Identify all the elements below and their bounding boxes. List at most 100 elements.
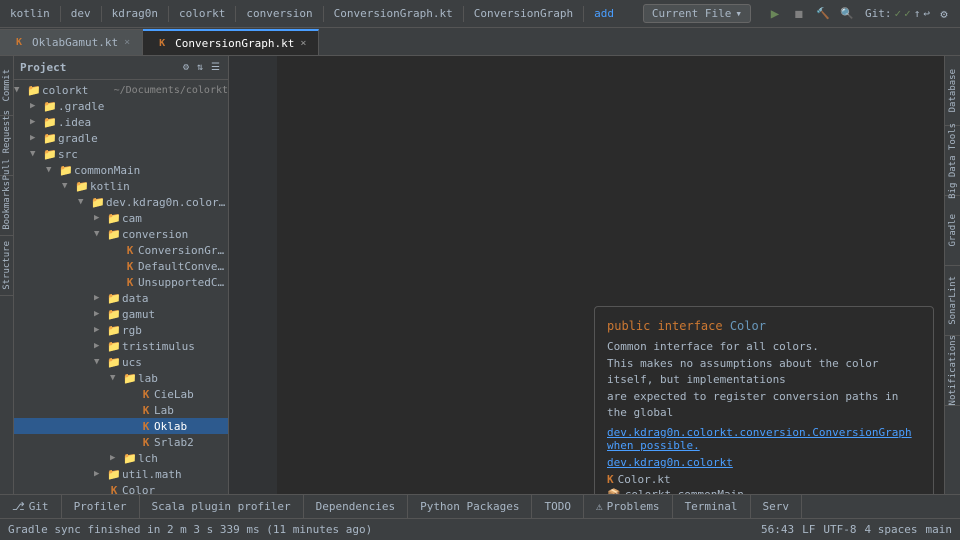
tooltip-popup: public interface Color Common interface … — [594, 306, 934, 494]
bottom-tab-problems[interactable]: ⚠ Problems — [584, 495, 673, 519]
kt-icon-tooltip: K — [607, 473, 614, 486]
tooltip-body: Common interface for all colors. This ma… — [607, 339, 921, 422]
cursor-position[interactable]: 56:43 — [761, 523, 794, 536]
root-arrow: ▼ — [14, 85, 26, 95]
tree-item[interactable]: KSrlab2 — [14, 434, 228, 450]
tree-item[interactable]: KDefaultConversions... — [14, 258, 228, 274]
toolbar-kotlin[interactable]: kotlin — [6, 5, 54, 22]
tree-item[interactable]: ▶📁lch — [14, 450, 228, 466]
tree-item[interactable]: KColor — [14, 482, 228, 494]
stop-button[interactable]: ◼ — [789, 4, 809, 24]
git-tab-label: Git — [29, 500, 49, 513]
code-area: public interface Color Common interface … — [229, 56, 944, 494]
sidebar-header: Project ⚙ ⇅ ☰ — [14, 56, 228, 80]
branch-name[interactable]: main — [926, 523, 953, 536]
bottom-tab-python[interactable]: Python Packages — [408, 495, 532, 519]
close-icon[interactable]: × — [124, 37, 130, 48]
tree-item[interactable]: ▼📁src — [14, 146, 228, 162]
tree-label: .gradle — [58, 100, 228, 113]
kt-file-icon: K — [106, 483, 122, 494]
panel-tab-bigdata[interactable]: Big Data Tools — [945, 126, 960, 196]
tooltip-link1[interactable]: dev.kdrag0n.colorkt.conversion.Conversio… — [607, 426, 921, 452]
toolbar-add[interactable]: add — [590, 5, 618, 22]
toolbar-dev[interactable]: dev — [67, 5, 95, 22]
toolbar-colorkt[interactable]: colorkt — [175, 5, 229, 22]
tooltip-module: colorkt.commonMain — [625, 488, 744, 495]
tree-item[interactable]: ▶📁gradle — [14, 130, 228, 146]
build-button[interactable]: 🔨 — [813, 4, 833, 24]
tooltip-link2[interactable]: dev.kdrag0n.colorkt — [607, 456, 921, 469]
close-icon-2[interactable]: × — [300, 38, 306, 49]
tree-item[interactable]: KConversionGraph.kt — [14, 242, 228, 258]
search-button[interactable]: 🔍 — [837, 4, 857, 24]
tree-item[interactable]: ▼📁lab — [14, 370, 228, 386]
serv-label: Serv — [763, 500, 790, 513]
panel-tab-notifications[interactable]: Notifications — [945, 336, 960, 406]
panel-tab-pull-requests[interactable]: Pull Requests — [0, 116, 14, 176]
tree-label: rgb — [122, 324, 228, 337]
panel-tab-gradle[interactable]: Gradle — [945, 196, 960, 266]
tree-item[interactable]: ▼📁commonMain — [14, 162, 228, 178]
toolbar-conversion[interactable]: conversion — [242, 5, 316, 22]
panel-tab-commit[interactable]: Commit — [0, 56, 14, 116]
file-encoding[interactable]: UTF-8 — [823, 523, 856, 536]
toolbar-convgraph-kt[interactable]: ConversionGraph.kt — [330, 5, 457, 22]
file-tree: ▼ 📁 colorkt ~/Documents/colorkt ▶📁.gradl… — [14, 80, 228, 494]
terminal-label: Terminal — [685, 500, 738, 513]
tree-item[interactable]: ▶📁tristimulus — [14, 338, 228, 354]
tree-item[interactable]: ▼📁ucs — [14, 354, 228, 370]
toolbar-convgraph[interactable]: ConversionGraph — [470, 5, 577, 22]
bottom-tab-deps[interactable]: Dependencies — [304, 495, 408, 519]
bottom-tab-git[interactable]: ⎇ Git — [0, 495, 62, 519]
folder-icon: 📁 — [42, 147, 58, 161]
panel-tab-database[interactable]: Database — [945, 56, 960, 126]
toolbar-kdrag0n[interactable]: kdrag0n — [108, 5, 162, 22]
root-path: ~/Documents/colorkt — [114, 85, 228, 96]
tree-item[interactable]: ▼📁dev.kdrag0n.colorkt — [14, 194, 228, 210]
kt-file-icon: K — [122, 243, 138, 257]
settings-button[interactable]: ⚙ — [934, 4, 954, 24]
current-file-button[interactable]: Current File ▾ — [643, 4, 751, 23]
sidebar-sort-icon[interactable]: ⇅ — [195, 60, 205, 75]
tree-item[interactable]: KUnsupportedConve... — [14, 274, 228, 290]
tab-oklabgamut[interactable]: K OklabGamut.kt × — [0, 29, 143, 55]
current-file-label: Current File — [652, 7, 731, 20]
line-ending[interactable]: LF — [802, 523, 815, 536]
sidebar-gear-icon[interactable]: ⚙ — [181, 60, 191, 75]
tree-item[interactable]: ▶📁.gradle — [14, 98, 228, 114]
folder-icon: 📁 — [26, 83, 42, 97]
tree-label: src — [58, 148, 228, 161]
indent-label[interactable]: 4 spaces — [865, 523, 918, 536]
bottom-tab-scala[interactable]: Scala plugin profiler — [140, 495, 304, 519]
bottom-tab-todo[interactable]: TODO — [532, 495, 584, 519]
bottom-tab-serv[interactable]: Serv — [751, 495, 803, 519]
sidebar-filter-icon[interactable]: ☰ — [209, 60, 222, 75]
tree-item[interactable]: ▶📁rgb — [14, 322, 228, 338]
bottom-tab-terminal[interactable]: Terminal — [673, 495, 751, 519]
tree-item[interactable]: KCieLab — [14, 386, 228, 402]
panel-tab-bookmarks[interactable]: Bookmarks — [0, 176, 14, 236]
panel-tab-sonar[interactable]: SonarLint — [945, 266, 960, 336]
tree-label: kotlin — [90, 180, 228, 193]
tree-item[interactable]: ▶📁gamut — [14, 306, 228, 322]
tree-item[interactable]: ▶📁.idea — [14, 114, 228, 130]
folder-icon: 📁 — [42, 115, 58, 129]
python-label: Python Packages — [420, 500, 519, 513]
panel-tab-structure[interactable]: Structure — [0, 236, 14, 296]
tree-item[interactable]: ▼📁kotlin — [14, 178, 228, 194]
run-button[interactable]: ▶ — [765, 4, 785, 24]
tree-arrow: ▼ — [62, 181, 74, 191]
tree-item[interactable]: ▶📁cam — [14, 210, 228, 226]
bottom-tab-profiler[interactable]: Profiler — [62, 495, 140, 519]
folder-icon: 📁 — [90, 195, 106, 209]
folder-icon: 📁 — [106, 291, 122, 305]
tree-item[interactable]: KLab — [14, 402, 228, 418]
tree-item[interactable]: ▼📁conversion — [14, 226, 228, 242]
problems-label: Problems — [607, 500, 660, 513]
tree-item[interactable]: ▶📁data — [14, 290, 228, 306]
tree-root[interactable]: ▼ 📁 colorkt ~/Documents/colorkt — [14, 82, 228, 98]
tab-conversiongraph[interactable]: K ConversionGraph.kt × — [143, 29, 319, 55]
tree-item[interactable]: ▶📁util.math — [14, 466, 228, 482]
tree-label: CieLab — [154, 388, 228, 401]
tree-item[interactable]: KOklab — [14, 418, 228, 434]
